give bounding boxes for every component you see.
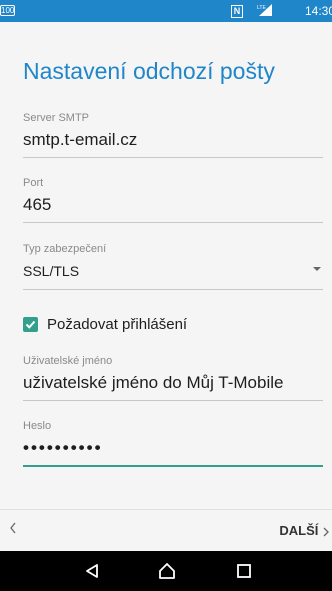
navigation-bar [0,551,332,591]
port-underline [23,222,323,223]
recents-icon[interactable] [234,561,254,581]
require-login-label: Požadovat přihlášení [47,316,188,333]
signal-label: LTE [257,5,266,11]
require-login-checkbox[interactable] [23,317,38,332]
password-underline [23,465,323,467]
security-type-select[interactable]: Typ zabezpečení SSL/TLS [23,243,323,290]
smtp-server-label: Server SMTP [23,112,90,124]
clock: 14:30 [305,4,332,18]
password-label: Heslo [23,420,52,432]
next-button[interactable]: DALŠÍ [279,523,330,538]
username-underline [23,400,323,401]
smtp-server-underline [23,157,323,158]
security-type-label: Typ zabezpečení [23,243,107,255]
username-input[interactable]: uživatelské jméno do Můj T-Mobile [23,373,323,393]
security-type-value[interactable]: SSL/TLS [23,263,323,279]
dropdown-arrow-icon[interactable] [313,267,321,271]
chevron-left-icon [10,522,16,534]
battery-icon: 100 [0,5,16,16]
username-label: Uživatelské jméno [23,355,113,367]
bottom-action-bar: DALŠÍ [0,509,332,552]
home-icon[interactable] [157,561,177,581]
previous-button[interactable] [8,520,18,541]
nfc-icon: N [231,5,243,18]
checkmark-icon [25,320,36,329]
chevron-right-icon [323,527,329,537]
security-type-underline [23,289,323,290]
back-icon[interactable] [82,561,102,581]
page-title: Nastavení odchozí pošty [23,58,275,84]
username-field[interactable]: Uživatelské jméno uživatelské jméno do M… [23,355,323,401]
port-input[interactable]: 465 [23,195,323,215]
password-input[interactable]: •••••••••• [23,438,323,458]
smtp-server-field[interactable]: Server SMTP smtp.t-email.cz [23,112,323,158]
port-field[interactable]: Port 465 [23,177,323,223]
next-button-label: DALŠÍ [279,523,319,538]
port-label: Port [23,177,44,189]
signal-icon: LTE [256,3,274,19]
status-bar: N LTE 100 14:30 [0,0,332,22]
password-field[interactable]: Heslo •••••••••• [23,420,323,467]
smtp-server-input[interactable]: smtp.t-email.cz [23,130,323,150]
